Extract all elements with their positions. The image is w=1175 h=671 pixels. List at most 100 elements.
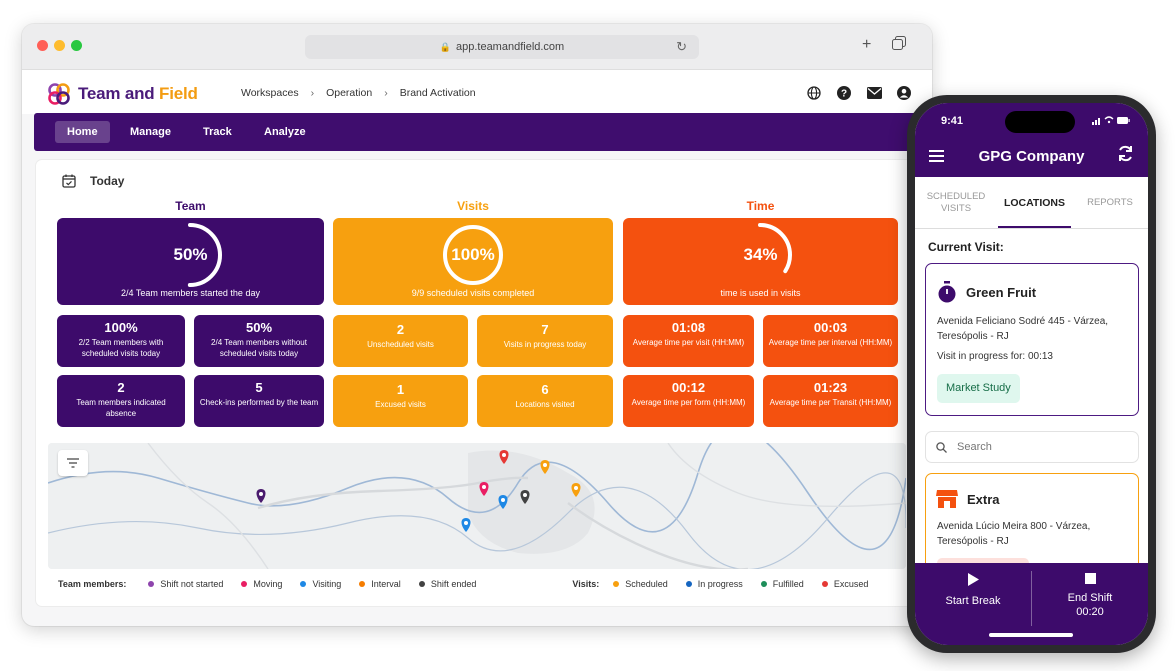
main-nav: Home Manage Track Analyze	[34, 113, 920, 151]
status-dot	[300, 581, 307, 587]
legend-item: Shift ended	[418, 579, 476, 589]
status-dot	[760, 581, 767, 587]
map-pin	[571, 483, 581, 497]
team-stat-card[interactable]: 50% 2/4 Team members without scheduled vi…	[194, 315, 324, 367]
team-stat-card[interactable]: 5 Check-ins performed by the team	[194, 375, 324, 427]
visits-caption: 9/9 scheduled visits completed	[411, 288, 535, 298]
team-percentage: 50%	[173, 245, 208, 264]
mail-icon[interactable]	[866, 85, 882, 101]
location-search-input[interactable]: Search	[925, 431, 1139, 463]
start-break-button[interactable]: Start Break	[915, 573, 1031, 607]
time-stat-card[interactable]: 00:12 Average time per form (HH:MM)	[623, 375, 754, 427]
legend-item: Excused	[821, 579, 868, 589]
legend-item: Fulfilled	[760, 579, 804, 589]
visits-stat-card[interactable]: 2 Unscheduled visits	[333, 315, 468, 367]
status-dot	[685, 581, 692, 587]
nav-manage[interactable]: Manage	[118, 121, 183, 143]
dynamic-island	[1005, 111, 1075, 133]
visits-percentage: 100%	[451, 245, 495, 264]
svg-text:?: ?	[841, 89, 847, 100]
url-text: app.teamandfield.com	[455, 41, 565, 53]
time-summary-card[interactable]: 34% time is used in visits	[623, 218, 898, 305]
map-pin	[540, 460, 550, 474]
market-study-tag[interactable]: Market Study	[937, 374, 1020, 403]
current-visit-label: Current Visit:	[928, 240, 1004, 254]
tab-reports[interactable]: REPORTS	[1081, 197, 1139, 209]
chevron-right-icon: ›	[310, 87, 315, 99]
phone-header: 9:41 GPG Company	[915, 103, 1148, 177]
current-location-address: Avenida Feliciano Sodré 445 - Várzea, Te…	[937, 316, 1109, 342]
legend-item: Shift not started	[148, 579, 223, 589]
address-bar[interactable]: 🔒 app.teamandfield.com ↻	[305, 35, 699, 59]
logo-text: Team and Field	[78, 84, 198, 103]
help-icon[interactable]: ?	[836, 85, 852, 101]
breadcrumb-workspaces[interactable]: Workspaces	[241, 87, 299, 99]
status-dot	[359, 581, 366, 587]
legend-item: Interval	[359, 579, 401, 589]
calendar-icon	[62, 174, 76, 188]
close-window-button[interactable]	[37, 40, 48, 51]
tab-locations[interactable]: LOCATIONS	[998, 197, 1071, 209]
logo-icon	[48, 83, 70, 105]
map-pin	[479, 482, 489, 496]
breadcrumb-operation[interactable]: Operation	[326, 87, 372, 99]
visits-summary-card[interactable]: 100% 9/9 scheduled visits completed	[333, 218, 613, 305]
logo[interactable]: Team and Field	[46, 82, 198, 106]
current-location-name: Green Fruit	[966, 285, 1037, 300]
legend-team-title: Team members:	[58, 579, 127, 589]
shift-timer: 00:20	[1076, 606, 1104, 618]
app-header: Team and Field Workspaces › Operation › …	[22, 70, 932, 114]
status-bar-icons	[1092, 116, 1130, 127]
status-dot	[821, 581, 828, 587]
team-stat-card[interactable]: 100% 2/2 Team members with scheduled visi…	[57, 315, 185, 367]
map-pin	[520, 490, 530, 504]
map-view[interactable]	[48, 443, 906, 569]
time-stat-card[interactable]: 00:03 Average time per interval (HH:MM)	[763, 315, 898, 367]
user-account-icon[interactable]	[896, 85, 912, 101]
map-markers	[256, 450, 581, 532]
time-heading: Time	[746, 199, 775, 213]
reload-icon[interactable]: ↻	[676, 39, 687, 55]
nav-analyze[interactable]: Analyze	[252, 121, 318, 143]
map-pin	[499, 450, 509, 464]
map-pin	[256, 489, 266, 503]
legend-item: Scheduled	[613, 579, 668, 589]
lock-icon: 🔒	[439, 41, 451, 52]
visits-stat-card[interactable]: 7 Visits in progress today	[477, 315, 613, 367]
breadcrumb-brand-activation[interactable]: Brand Activation	[400, 87, 476, 99]
nav-track[interactable]: Track	[191, 121, 244, 143]
tab-scheduled-visits[interactable]: SCHEDULED VISITS	[925, 191, 987, 215]
team-caption: 2/4 Team members started the day	[121, 288, 260, 298]
visits-heading: Visits	[457, 199, 489, 213]
team-stat-card[interactable]: 2 Team members indicated absence	[57, 375, 185, 427]
breadcrumb: Workspaces › Operation › Brand Activatio…	[241, 87, 476, 99]
time-stat-card[interactable]: 01:23 Average time per Transit (HH:MM)	[763, 375, 898, 427]
phone-device: 9:41 GPG Company SCHEDULED VISITS LOCATI…	[907, 95, 1156, 653]
new-tab-icon[interactable]: +	[862, 36, 871, 54]
location-name: Extra	[967, 492, 1000, 507]
minimize-window-button[interactable]	[54, 40, 65, 51]
active-tab-indicator	[998, 226, 1071, 228]
tabs-overview-icon[interactable]	[892, 36, 906, 55]
search-icon	[936, 441, 947, 453]
team-summary-card[interactable]: 50% 2/4 Team members started the day	[57, 218, 324, 305]
end-shift-button[interactable]: End Shift 00:20	[1032, 573, 1148, 618]
legend-item: Moving	[241, 579, 282, 589]
search-placeholder: Search	[957, 441, 992, 453]
globe-icon[interactable]	[806, 85, 822, 101]
current-visit-card[interactable]: Green Fruit Avenida Feliciano Sodré 445 …	[925, 263, 1139, 416]
play-icon	[968, 573, 979, 586]
maximize-window-button[interactable]	[71, 40, 82, 51]
visits-stat-card[interactable]: 6 Locations visited	[477, 375, 613, 427]
nav-home[interactable]: Home	[55, 121, 110, 143]
visit-progress-text: Visit in progress for: 00:13	[937, 351, 1053, 362]
status-dot	[148, 581, 155, 587]
refresh-icon[interactable]	[1117, 145, 1134, 167]
stop-icon	[1084, 573, 1096, 584]
legend-item: Visiting	[300, 579, 341, 589]
map-legend: Team members: Shift not started Moving V…	[58, 579, 886, 589]
stopwatch-icon	[938, 281, 956, 303]
time-stat-card[interactable]: 01:08 Average time per visit (HH:MM)	[623, 315, 754, 367]
visits-stat-card[interactable]: 1 Excused visits	[333, 375, 468, 427]
today-header: Today	[62, 174, 124, 188]
